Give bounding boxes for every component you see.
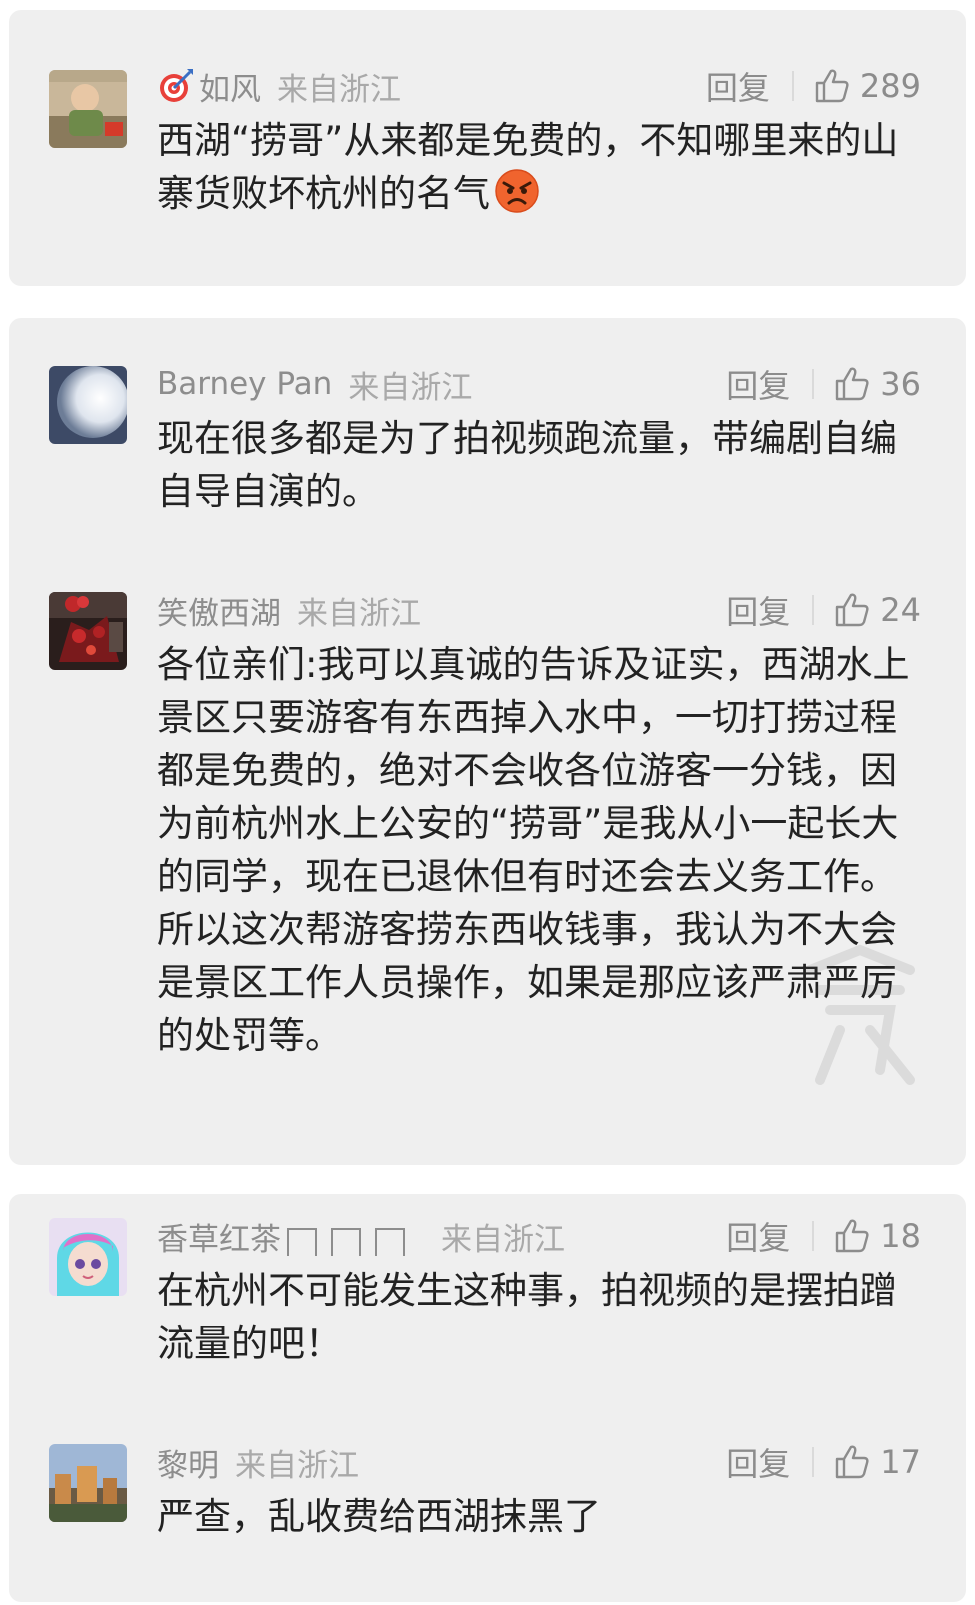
comment-meta: 黎明 来自浙江: [157, 1440, 359, 1485]
username[interactable]: 香草红茶: [157, 1214, 281, 1259]
like-count: 17: [880, 1443, 921, 1481]
comment-card: 如风 来自浙江 回复 289 西湖“捞哥”从来都是免费的，不知哪里来的山寨货败坏…: [9, 10, 966, 286]
like-count: 36: [880, 365, 921, 403]
username[interactable]: 黎明: [157, 1440, 219, 1485]
avatar-image: [49, 592, 127, 670]
like-button[interactable]: 24: [834, 591, 921, 629]
thumbs-up-icon: [836, 367, 869, 401]
divider: [812, 595, 815, 625]
avatar-image: [49, 1218, 127, 1296]
like-count: 289: [859, 67, 921, 105]
comment-card: 香草红茶 来自浙江 回复 18 在杭州不可能发生这种事，拍视频的是摆拍蹭流量的吧…: [9, 1194, 966, 1602]
avatar[interactable]: [49, 592, 127, 670]
missing-glyph: [375, 1228, 405, 1256]
avatar-image: [49, 366, 127, 444]
like-count: 18: [880, 1217, 921, 1255]
thumbs-up-icon: [836, 593, 869, 627]
avatar[interactable]: [49, 1444, 127, 1522]
divider: [791, 71, 794, 101]
comment-text: 现在很多都是为了拍视频跑流量，带编剧自编自导自演的。: [157, 417, 897, 513]
username[interactable]: Barney Pan: [157, 366, 332, 402]
reply-button[interactable]: 回复: [706, 63, 770, 109]
avatar[interactable]: [49, 1218, 127, 1296]
reply-button[interactable]: 回复: [726, 361, 790, 407]
thumbs-up-icon: [836, 1445, 869, 1479]
missing-glyph: [287, 1228, 317, 1256]
like-button[interactable]: 36: [834, 365, 921, 403]
reply-button[interactable]: 回复: [726, 1213, 790, 1259]
location-label: 来自浙江: [277, 71, 401, 108]
like-count: 24: [880, 591, 921, 629]
comment-actions: 回复 24: [726, 587, 921, 633]
reply-button[interactable]: 回复: [726, 1439, 790, 1485]
dart-target-icon: [160, 69, 193, 102]
divider: [812, 369, 815, 399]
like-button[interactable]: 18: [834, 1217, 921, 1255]
angry-face-icon: [495, 169, 539, 213]
location-label: 来自浙江: [297, 595, 421, 632]
avatar[interactable]: [49, 70, 127, 148]
comment-actions: 回复 17: [726, 1439, 921, 1485]
comment-text: 西湖“捞哥”从来都是免费的，不知哪里来的山寨货败坏杭州的名气: [157, 114, 927, 220]
missing-glyph-boxes: [287, 1216, 419, 1256]
comment-actions: 回复 18: [726, 1213, 921, 1259]
comment-meta: 笑傲西湖 来自浙江: [157, 588, 421, 633]
avatar-image: [49, 70, 127, 148]
location-label: 来自浙江: [235, 1447, 359, 1484]
comment-actions: 回复 36: [726, 361, 921, 407]
comment-meta: 香草红茶 来自浙江: [157, 1214, 565, 1259]
location-label: 来自浙江: [348, 369, 473, 406]
divider: [812, 1447, 815, 1477]
username[interactable]: 笑傲西湖: [157, 588, 281, 633]
missing-glyph: [331, 1228, 361, 1256]
reply-button[interactable]: 回复: [726, 587, 790, 633]
like-button[interactable]: 289: [814, 67, 921, 105]
comment-text: 在杭州不可能发生这种事，拍视频的是摆拍蹭流量的吧！: [157, 1269, 897, 1365]
thumbs-up-icon: [836, 1219, 869, 1253]
comment-actions: 回复 289: [706, 63, 921, 109]
location-label: 来自浙江: [441, 1221, 565, 1258]
watermark-logo: [805, 944, 915, 1085]
comment-meta: Barney Pan 来自浙江: [157, 364, 473, 406]
divider: [812, 1221, 815, 1251]
avatar[interactable]: [49, 366, 127, 444]
like-button[interactable]: 17: [834, 1443, 921, 1481]
comment-text: 严查，乱收费给西湖抹黑了: [157, 1495, 601, 1538]
avatar-image: [49, 1444, 127, 1522]
comment-meta: 如风 来自浙江: [157, 64, 401, 109]
username[interactable]: 如风: [199, 64, 261, 109]
thumbs-up-icon: [815, 69, 849, 103]
